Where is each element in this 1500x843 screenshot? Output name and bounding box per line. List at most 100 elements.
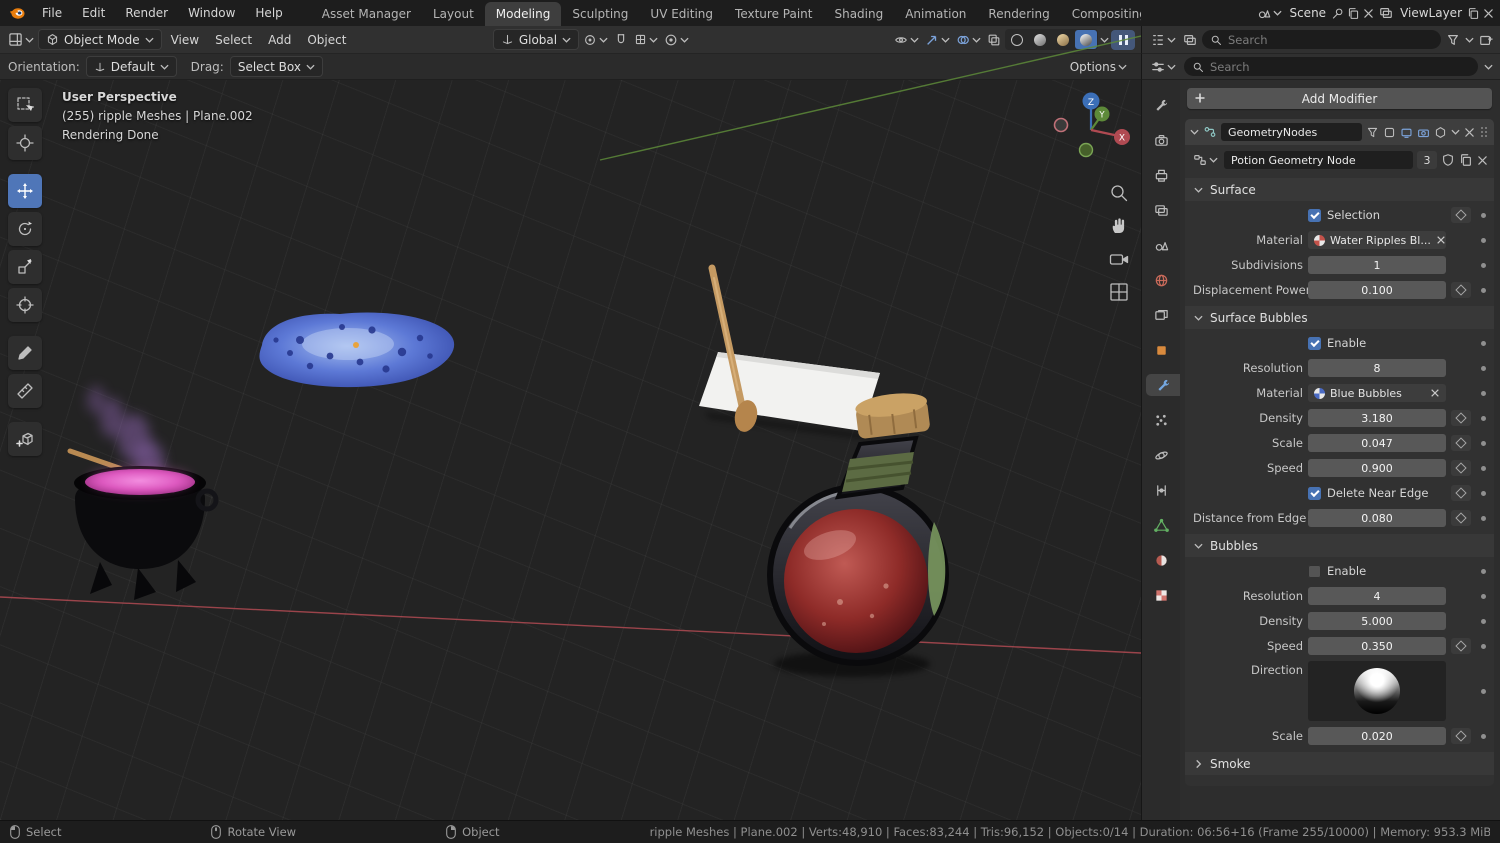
tab-material[interactable] [1142, 549, 1180, 571]
b-scale-field[interactable]: 0.020 [1308, 727, 1446, 745]
sb-scale-field[interactable]: 0.047 [1308, 434, 1446, 452]
tab-constraints[interactable] [1142, 479, 1180, 501]
direction-sphere-widget[interactable] [1308, 661, 1446, 721]
clear-material-icon[interactable] [1436, 235, 1446, 245]
tab-output[interactable] [1142, 164, 1180, 186]
tab-particles[interactable] [1142, 409, 1180, 431]
b-speed-attribute-toggle[interactable] [1451, 638, 1471, 654]
outliner-search-input[interactable] [1228, 32, 1433, 47]
fake-user-shield-icon[interactable] [1441, 153, 1455, 167]
node-tree-users-count[interactable]: 3 [1417, 151, 1437, 169]
pan-hand-icon[interactable] [1108, 215, 1130, 237]
edit-mode-display-toggle[interactable] [1383, 126, 1396, 139]
properties-editor-button[interactable] [1149, 57, 1178, 77]
tool-move[interactable] [8, 174, 42, 208]
animate-dot[interactable] [1480, 593, 1486, 599]
close-modifier-icon[interactable] [1464, 127, 1475, 138]
blender-logo-icon[interactable] [8, 4, 26, 22]
tool-cursor[interactable] [8, 126, 42, 160]
panel-smoke-header[interactable]: Smoke [1185, 752, 1494, 775]
sb-density-field[interactable]: 3.180 [1308, 409, 1446, 427]
animate-dot[interactable] [1480, 262, 1486, 268]
b-enable-checkbox[interactable] [1308, 564, 1321, 578]
sb-scale-attribute-toggle[interactable] [1451, 435, 1471, 451]
selection-attribute-toggle[interactable] [1451, 207, 1471, 223]
display-mode-icon[interactable] [1183, 33, 1197, 47]
tab-texture[interactable] [1142, 584, 1180, 606]
tab-world[interactable] [1142, 269, 1180, 291]
tab-view-layer[interactable] [1142, 199, 1180, 221]
scene-browse-button[interactable] [1255, 3, 1284, 23]
distance-attribute-toggle[interactable] [1451, 510, 1471, 526]
gizmo-y-negative[interactable] [1078, 142, 1094, 158]
properties-options-chevron[interactable] [1484, 64, 1493, 70]
water-puddle-object[interactable] [259, 312, 455, 388]
animate-dot[interactable] [1480, 212, 1486, 218]
direction-sphere[interactable] [1354, 668, 1400, 714]
add-modifier-button[interactable]: Add Modifier [1187, 88, 1492, 109]
panel-surface-bubbles-header[interactable]: Surface Bubbles [1185, 306, 1494, 329]
drag-handle-icon[interactable] [1479, 126, 1489, 138]
b-resolution-field[interactable]: 4 [1308, 587, 1446, 605]
tab-collection[interactable] [1142, 304, 1180, 326]
distance-from-edge-field[interactable]: 0.080 [1308, 509, 1446, 527]
copy-icon[interactable] [1347, 7, 1360, 20]
animate-dot[interactable] [1480, 688, 1486, 694]
vertex-group-filter-icon[interactable] [1366, 126, 1379, 139]
tab-object[interactable] [1142, 339, 1180, 361]
outliner-search[interactable] [1202, 30, 1441, 49]
properties-search[interactable] [1184, 57, 1478, 76]
modifier-extras-chevron[interactable] [1451, 129, 1460, 135]
tab-asset-manager[interactable]: Asset Manager [311, 2, 422, 26]
animate-dot[interactable] [1480, 440, 1486, 446]
tool-scale[interactable] [8, 250, 42, 284]
camera-view-icon[interactable] [1108, 248, 1130, 270]
sb-speed-field[interactable]: 0.900 [1308, 459, 1446, 477]
paper-object[interactable] [699, 352, 880, 441]
animate-dot[interactable] [1480, 365, 1486, 371]
tab-texture-paint[interactable]: Texture Paint [724, 2, 823, 26]
outliner-editor-button[interactable] [1149, 30, 1178, 50]
delete-near-edge-checkbox[interactable] [1308, 486, 1321, 500]
sb-density-attribute-toggle[interactable] [1451, 410, 1471, 426]
animate-dot[interactable] [1480, 568, 1486, 574]
scene-name[interactable]: Scene [1287, 6, 1328, 20]
tab-layout[interactable]: Layout [422, 2, 485, 26]
b-speed-field[interactable]: 0.350 [1308, 637, 1446, 655]
b-scale-attribute-toggle[interactable] [1451, 728, 1471, 744]
close-icon[interactable] [1483, 8, 1494, 19]
tab-modifiers[interactable] [1146, 374, 1180, 396]
pin-icon[interactable] [1331, 7, 1344, 20]
realtime-display-toggle[interactable] [1400, 126, 1413, 139]
displacement-power-field[interactable]: 0.100 [1308, 281, 1446, 299]
tool-transform[interactable] [8, 288, 42, 322]
gizmo-x-negative[interactable] [1053, 117, 1069, 133]
zoom-icon[interactable] [1108, 182, 1130, 204]
subdivisions-field[interactable]: 1 [1308, 256, 1446, 274]
sb-resolution-field[interactable]: 8 [1308, 359, 1446, 377]
cauldron-object[interactable] [67, 386, 219, 600]
node-tree-name-field[interactable]: Potion Geometry Node [1224, 151, 1413, 169]
panel-surface-header[interactable]: Surface [1185, 178, 1494, 201]
tab-scene[interactable] [1142, 234, 1180, 256]
b-density-field[interactable]: 5.000 [1308, 612, 1446, 630]
tab-physics[interactable] [1142, 444, 1180, 466]
render-display-toggle[interactable] [1417, 126, 1430, 139]
tool-measure[interactable] [8, 374, 42, 408]
animate-dot[interactable] [1480, 390, 1486, 396]
menu-window[interactable]: Window [178, 0, 245, 26]
tab-sculpting[interactable]: Sculpting [561, 2, 639, 26]
sb-enable-checkbox[interactable] [1308, 336, 1321, 350]
menu-render[interactable]: Render [115, 0, 178, 26]
tool-select-box[interactable] [8, 88, 42, 122]
tab-render[interactable] [1142, 129, 1180, 151]
viewlayer-browse-button[interactable] [1377, 3, 1395, 23]
clear-material-icon[interactable] [1430, 388, 1440, 398]
displacement-attribute-toggle[interactable] [1451, 282, 1471, 298]
tool-rotate[interactable] [8, 212, 42, 246]
animate-dot[interactable] [1480, 287, 1486, 293]
tab-object-data[interactable] [1142, 514, 1180, 536]
ortho-grid-icon[interactable] [1108, 281, 1130, 303]
tab-animation[interactable]: Animation [894, 2, 977, 26]
animate-dot[interactable] [1480, 618, 1486, 624]
